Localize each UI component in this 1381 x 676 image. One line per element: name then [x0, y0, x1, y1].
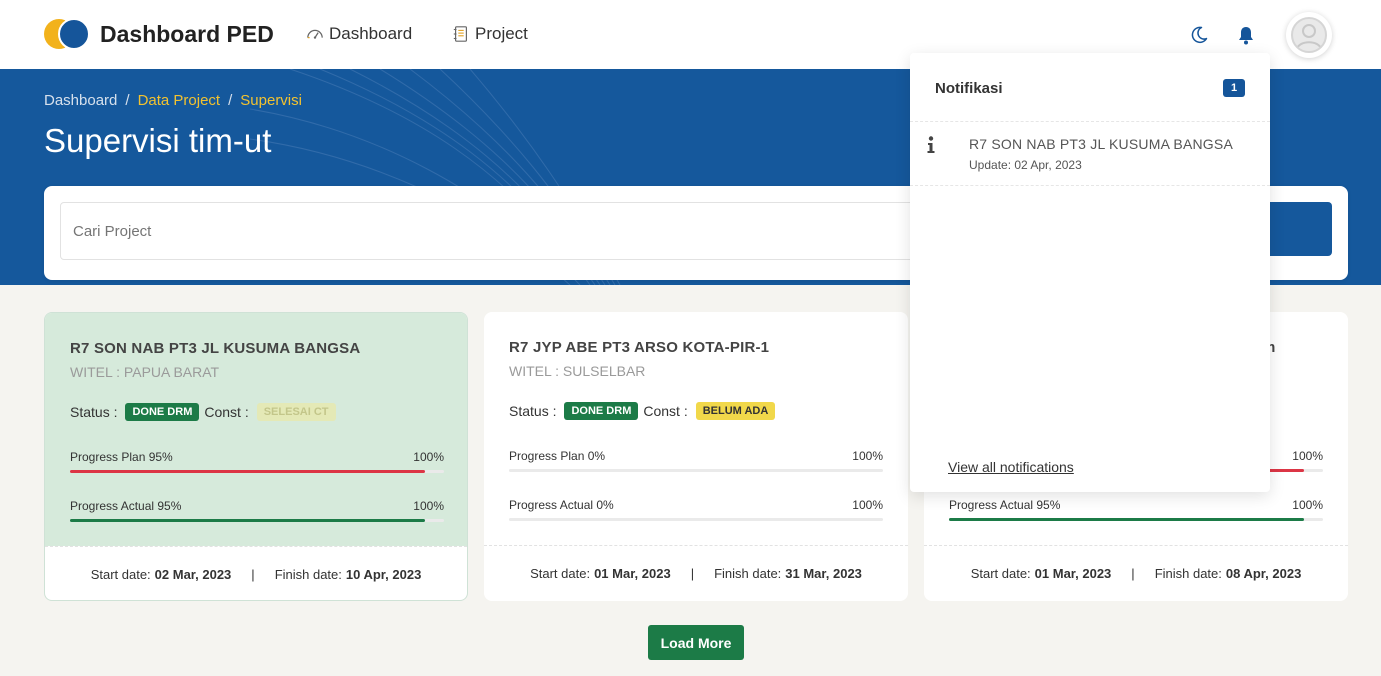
notification-header: Notifikasi 1: [910, 53, 1270, 122]
card-body: R7 JYP ABE PT3 ARSO KOTA-PIR-1 WITEL : S…: [484, 312, 908, 545]
breadcrumb-data-project[interactable]: Data Project: [138, 92, 221, 109]
view-all-notifications-link[interactable]: View all notifications: [948, 459, 1074, 475]
progress-plan: Progress Plan 95% 100%: [70, 450, 444, 473]
start-date-label: Start date:: [970, 566, 1031, 581]
notification-dropdown: Notifikasi 1 R7 SON NAB PT3 JL KUSUMA BA…: [910, 53, 1270, 492]
footer-separator: |: [1131, 566, 1135, 581]
brand[interactable]: Dashboard PED: [44, 18, 274, 50]
start-date: 01 Mar, 2023: [594, 566, 671, 581]
info-icon: [927, 136, 935, 153]
progress-actual: Progress Actual 95% 100%: [949, 498, 1323, 521]
project-title: R7 JYP ABE PT3 ARSO KOTA-PIR-1: [509, 339, 770, 356]
notification-item-date: Update: 02 Apr, 2023: [969, 158, 1082, 172]
page-title: Supervisi tim-ut: [44, 122, 272, 159]
nav-project-label: Project: [475, 24, 528, 43]
status-badge: DONE DRM: [125, 403, 200, 421]
start-date: 02 Mar, 2023: [154, 567, 232, 582]
breadcrumb-separator: /: [228, 92, 233, 109]
card-footer: Start date: 02 Mar, 2023 | Finish date: …: [45, 546, 467, 600]
finish-date: 31 Mar, 2023: [785, 566, 862, 581]
project-card[interactable]: R7 SON NAB PT3 JL KUSUMA BANGSA WITEL : …: [44, 312, 468, 601]
finish-date: 10 Apr, 2023: [345, 567, 422, 582]
notification-title: Notifikasi: [935, 80, 1003, 97]
footer-separator: |: [690, 566, 695, 581]
progress-actual: Progress Actual 95% 100%: [70, 499, 444, 522]
status-row: Status : DONE DRM Const : SELESAI CT: [70, 403, 341, 421]
footer-separator: |: [251, 567, 255, 582]
const-label: Const :: [643, 403, 688, 419]
nav-dashboard-label: Dashboard: [329, 24, 413, 43]
progress-actual: Progress Actual 0% 100%: [509, 498, 883, 521]
status-badge: DONE DRM: [564, 402, 639, 420]
progress-actual-fill: [949, 518, 1305, 521]
start-date-label: Start date:: [90, 567, 151, 582]
user-avatar[interactable]: [1286, 12, 1332, 58]
progress-actual-fill: [70, 519, 426, 522]
card-body: R7 SON NAB PT3 JL KUSUMA BANGSA WITEL : …: [45, 313, 467, 546]
notebook-icon: [453, 26, 467, 42]
card-footer: Start date: 01 Mar, 2023 | Finish date: …: [484, 545, 908, 601]
status-label: Status :: [70, 404, 118, 420]
progress-max: 100%: [852, 498, 883, 512]
progress-actual-label: Progress Actual 0%: [509, 498, 614, 512]
nav-dashboard[interactable]: Dashboard: [306, 24, 412, 44]
progress-max: 100%: [1292, 498, 1323, 512]
load-more-button[interactable]: Load More: [648, 625, 744, 660]
notification-count-badge: 1: [1223, 79, 1245, 97]
card-footer: Start date: 01 Mar, 2023 | Finish date: …: [924, 545, 1348, 601]
finish-date-label: Finish date:: [274, 567, 342, 582]
start-date: 01 Mar, 2023: [1034, 566, 1112, 581]
notification-item[interactable]: R7 SON NAB PT3 JL KUSUMA BANGSA Update: …: [910, 122, 1270, 186]
moon-icon[interactable]: [1189, 25, 1209, 45]
status-row: Status : DONE DRM Const : BELUM ADA: [509, 402, 780, 420]
nav-project[interactable]: Project: [452, 24, 528, 44]
const-label: Const :: [204, 404, 249, 420]
progress-actual-label: Progress Actual 95%: [70, 499, 182, 513]
breadcrumb-dashboard[interactable]: Dashboard: [44, 92, 117, 109]
progress-plan-track: [70, 470, 444, 473]
brand-name: Dashboard PED: [100, 20, 274, 47]
progress-max: 100%: [1292, 449, 1323, 463]
const-badge: BELUM ADA: [695, 402, 776, 420]
finish-date-label: Finish date:: [1154, 566, 1222, 581]
brand-logo-icon: [44, 18, 90, 50]
project-witel: WITEL : PAPUA BARAT: [70, 364, 220, 380]
finish-date-label: Finish date:: [714, 566, 782, 581]
gauge-icon: [307, 29, 323, 39]
breadcrumb-separator: /: [125, 92, 130, 109]
breadcrumb: Dashboard / Data Project / Supervisi: [44, 92, 302, 109]
progress-max: 100%: [413, 450, 444, 464]
progress-plan-label: Progress Plan 0%: [509, 449, 606, 463]
progress-plan-track: [509, 469, 883, 472]
project-card[interactable]: R7 JYP ABE PT3 ARSO KOTA-PIR-1 WITEL : S…: [484, 312, 908, 601]
progress-plan-label: Progress Plan 95%: [70, 450, 173, 464]
user-avatar-icon: [1291, 17, 1327, 53]
progress-actual-track: [70, 519, 444, 522]
progress-actual-label: Progress Actual 95%: [949, 498, 1061, 512]
progress-plan-fill: [70, 470, 426, 473]
progress-actual-track: [509, 518, 883, 521]
bell-icon[interactable]: [1237, 25, 1255, 45]
notification-item-title: R7 SON NAB PT3 JL KUSUMA BANGSA: [969, 136, 1233, 152]
progress-actual-track: [949, 518, 1323, 521]
progress-max: 100%: [413, 499, 444, 513]
status-label: Status :: [509, 403, 557, 419]
project-title: R7 SON NAB PT3 JL KUSUMA BANGSA: [70, 340, 361, 357]
progress-plan: Progress Plan 0% 100%: [509, 449, 883, 472]
start-date-label: Start date:: [530, 566, 591, 581]
finish-date: 08 Apr, 2023: [1225, 566, 1302, 581]
breadcrumb-supervisi: Supervisi: [240, 92, 302, 109]
project-witel: WITEL : SULSELBAR: [509, 363, 646, 379]
const-badge: SELESAI CT: [256, 403, 336, 421]
progress-max: 100%: [852, 449, 883, 463]
